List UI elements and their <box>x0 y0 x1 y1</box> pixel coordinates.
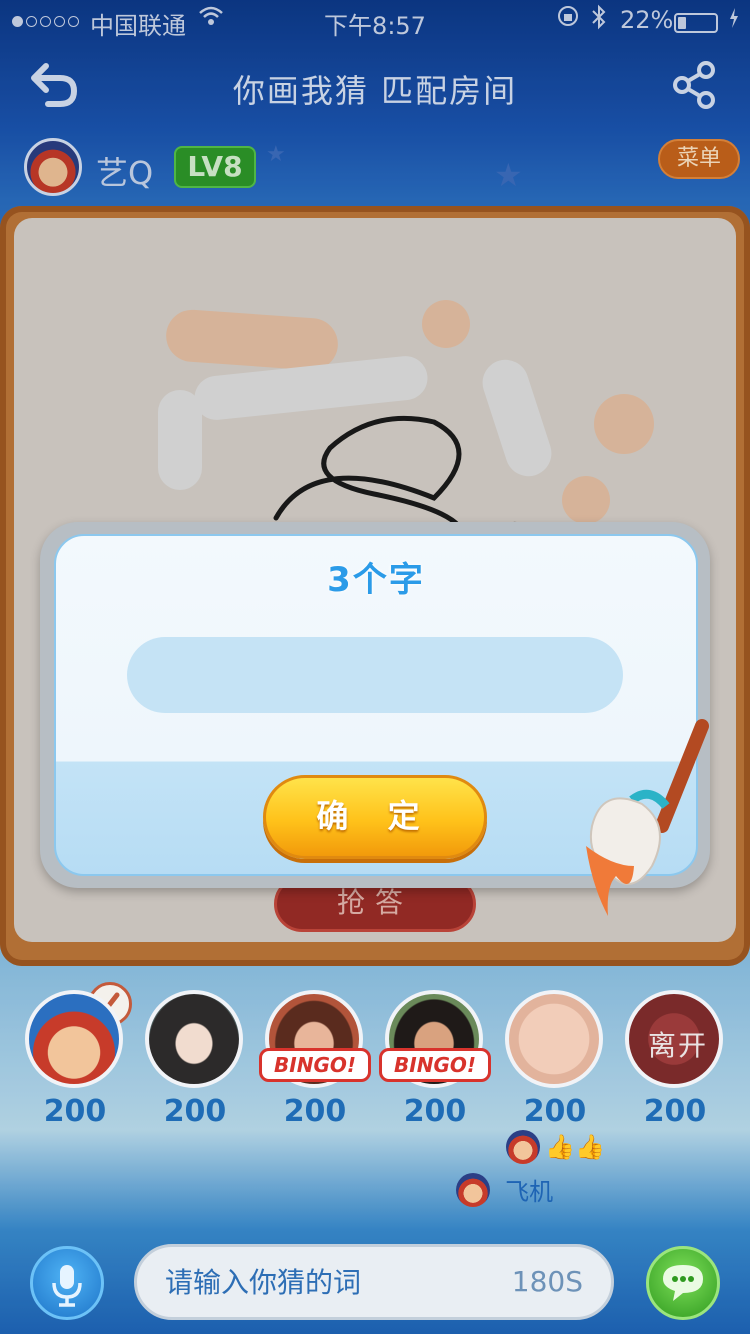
player-seat-2[interactable]: 200 <box>145 990 245 1129</box>
player-seat-4[interactable]: BINGO! 200 <box>379 990 491 1129</box>
bingo-badge: BINGO! <box>259 1048 371 1082</box>
gift-row: 飞机 <box>456 1172 553 1208</box>
chat-bubble-icon <box>663 1265 703 1301</box>
dialog-title: 3个字 <box>327 560 425 600</box>
guess-chat-box: 180S <box>134 1244 614 1320</box>
player-seat-1[interactable]: 200 <box>25 990 125 1129</box>
player-score: 200 <box>43 1094 107 1129</box>
confirm-button[interactable]: 确 定 <box>263 775 487 859</box>
chat-button[interactable] <box>646 1246 720 1320</box>
guess-chat-input[interactable] <box>165 1261 485 1305</box>
player-seat-6[interactable]: 离开 200 <box>625 990 725 1129</box>
player-score: 200 <box>643 1094 707 1129</box>
paintbrush-icon <box>572 716 722 940</box>
player-avatar-5 <box>505 990 603 1088</box>
player-avatar-6: 离开 <box>625 990 723 1088</box>
player-avatar-1 <box>25 990 123 1088</box>
player-seat-3[interactable]: BINGO! 200 <box>259 990 371 1129</box>
player-score: 200 <box>283 1094 347 1129</box>
player-score: 200 <box>163 1094 227 1129</box>
guess-input[interactable] <box>127 637 623 713</box>
player-avatar-2 <box>145 990 243 1088</box>
voice-button[interactable] <box>30 1246 104 1320</box>
gift-avatar <box>456 1172 490 1207</box>
reaction-row: 👍👍 <box>506 1130 605 1166</box>
player-score: 200 <box>523 1094 587 1129</box>
thumbs-up-icon: 👍👍 <box>545 1133 605 1161</box>
countdown-timer: 180S <box>511 1265 583 1298</box>
reaction-avatar <box>506 1130 540 1164</box>
microphone-icon <box>52 1265 82 1307</box>
leave-label: 离开 <box>647 1029 708 1062</box>
player-score: 200 <box>403 1094 467 1129</box>
gift-label: 飞机 <box>505 1178 554 1206</box>
bingo-badge: BINGO! <box>379 1048 491 1082</box>
player-seat-5[interactable]: 200 <box>505 990 605 1129</box>
